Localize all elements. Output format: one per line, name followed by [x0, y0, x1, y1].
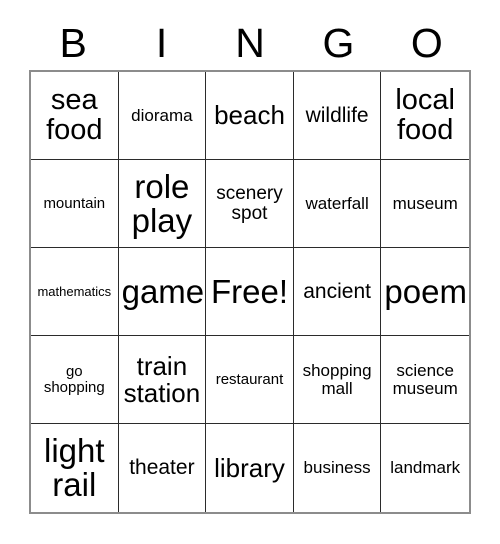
header-letter-n: N	[235, 19, 265, 66]
bingo-cell[interactable]: train station	[118, 336, 207, 424]
bingo-cell[interactable]: mountain	[31, 160, 119, 248]
bingo-cell-label: landmark	[390, 458, 461, 478]
bingo-header: B I N G O	[29, 16, 471, 70]
bingo-cell-label: science museum	[392, 361, 458, 398]
bingo-cell-label: sea food	[46, 83, 103, 146]
bingo-cell-label: role play	[131, 167, 193, 239]
bingo-cell[interactable]: shopping mall	[293, 336, 382, 424]
bingo-cell-label: business	[303, 458, 371, 478]
bingo-cell[interactable]: light rail	[31, 424, 119, 512]
bingo-cell[interactable]: landmark	[381, 424, 469, 512]
bingo-cell-label: scenery spot	[216, 183, 283, 224]
bingo-cell[interactable]: local food	[381, 72, 469, 160]
bingo-cell-label: go shopping	[43, 363, 105, 396]
bingo-cell[interactable]: poem	[381, 248, 469, 336]
bingo-cell[interactable]: waterfall	[293, 160, 382, 248]
header-letter-o: O	[410, 19, 443, 66]
bingo-cell-label: local food	[395, 83, 456, 146]
bingo-cell-label: theater	[129, 456, 195, 480]
bingo-cell[interactable]: museum	[381, 160, 469, 248]
bingo-cell[interactable]: ancient	[293, 248, 382, 336]
bingo-cell-label: ancient	[303, 279, 371, 303]
bingo-grid: sea food diorama beach wildlife local food mo…	[29, 70, 471, 514]
bingo-cell[interactable]: game	[118, 248, 207, 336]
bingo-cell[interactable]: scenery spot	[206, 160, 294, 248]
bingo-cell-label: mathematics	[37, 283, 112, 299]
bingo-cell-label: poem	[384, 272, 467, 310]
bingo-cell[interactable]: library	[206, 424, 294, 512]
bingo-cell-label: train station	[123, 350, 201, 408]
bingo-cell[interactable]: beach	[206, 72, 294, 160]
bingo-cell[interactable]: theater	[118, 424, 207, 512]
bingo-cell[interactable]: diorama	[118, 72, 207, 160]
bingo-cell[interactable]: Free!	[206, 248, 294, 336]
bingo-cell-label: Free!	[210, 272, 288, 310]
bingo-cell[interactable]: business	[293, 424, 382, 512]
header-letter-g: G	[322, 19, 355, 66]
bingo-cell-label: wildlife	[305, 103, 369, 127]
bingo-cell-label: game	[121, 272, 205, 310]
bingo-cell[interactable]: go shopping	[31, 336, 119, 424]
bingo-cell-label: restaurant	[215, 370, 284, 388]
bingo-cell-label: beach	[214, 100, 285, 131]
bingo-card: B I N G O sea food diorama beach wildlife lo…	[0, 0, 500, 544]
bingo-cell-label: library	[214, 452, 285, 483]
bingo-cell-label: waterfall	[305, 193, 369, 213]
header-letter-b: B	[59, 19, 87, 66]
bingo-cell[interactable]: restaurant	[206, 336, 294, 424]
bingo-cell-label: diorama	[131, 105, 193, 125]
bingo-cell-label: light rail	[44, 432, 105, 503]
bingo-cell[interactable]: science museum	[381, 336, 469, 424]
bingo-cell[interactable]: wildlife	[293, 72, 382, 160]
bingo-cell-label: shopping mall	[302, 361, 372, 398]
bingo-cell-label: mountain	[43, 194, 106, 212]
bingo-cell[interactable]: sea food	[31, 72, 119, 160]
bingo-cell[interactable]: mathematics	[31, 248, 119, 336]
header-letter-i: I	[155, 19, 168, 66]
bingo-cell-label: museum	[392, 193, 458, 213]
bingo-cell[interactable]: role play	[118, 160, 207, 248]
